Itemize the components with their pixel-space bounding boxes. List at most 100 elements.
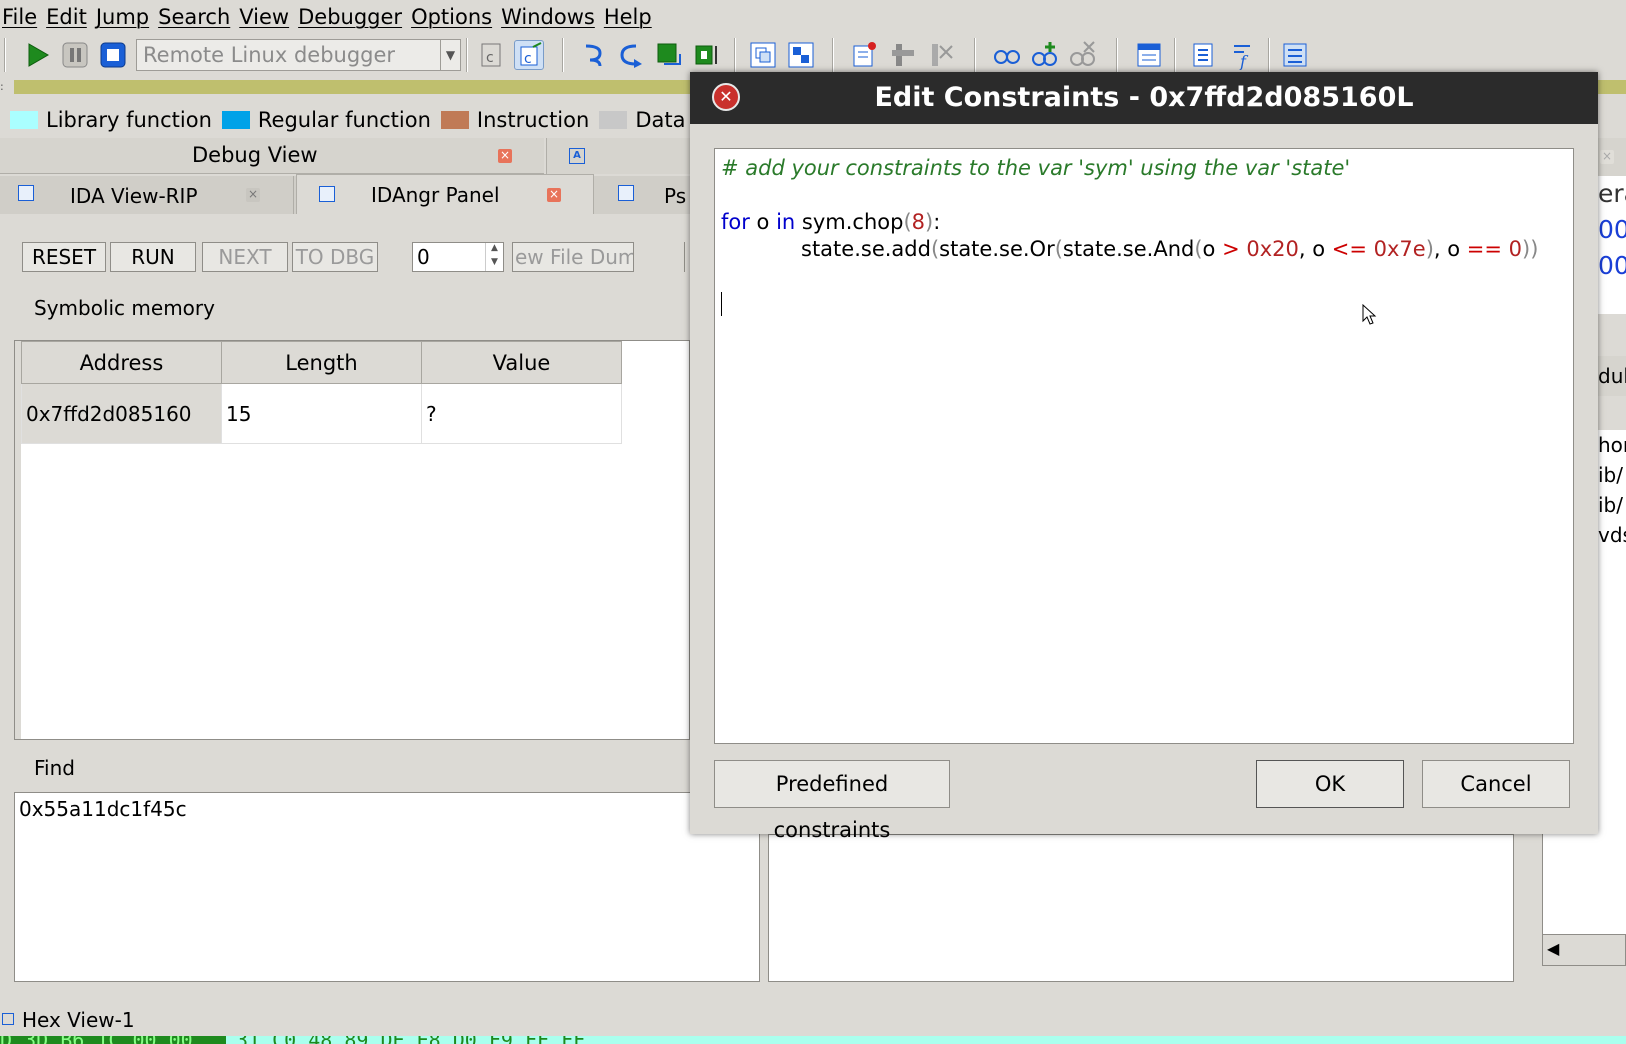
tab-idangr-panel[interactable]: IDAngr Panel × [296,174,594,214]
close-icon[interactable]: ✕ [712,83,740,111]
cell-length[interactable]: 15 [221,383,422,444]
spin-down-icon[interactable]: ▼ [485,257,503,271]
tracepoint-icon[interactable] [888,40,918,70]
secondary-view-header[interactable]: A [546,138,696,174]
data-swatch [599,111,628,129]
toolbar-separator [562,38,564,72]
panel-icon [319,186,335,202]
step-until-return-icon[interactable] [692,40,722,70]
find-results[interactable]: 0x55a11dc1f45c [14,792,760,982]
view-file-dump-button[interactable]: ew File Dum [512,242,634,272]
code-var: , o [1298,237,1332,261]
play-icon[interactable] [22,40,52,70]
menu-debugger[interactable]: Debugger [296,0,409,34]
tab-ida-view-rip[interactable]: IDA View-RIP × [0,176,294,214]
toolbar-separator [4,38,6,72]
step-count-spinbox[interactable]: 0 ▲ ▼ [412,242,504,272]
step-over-icon[interactable] [616,40,646,70]
code-paren: ) [1425,237,1434,261]
code-paren: ( [930,237,940,261]
menu-view[interactable]: View [237,0,296,34]
tab-label: IDAngr Panel [371,183,500,207]
module-item[interactable]: vds [1598,520,1626,550]
module-item[interactable]: hon [1598,430,1626,460]
column-header-address[interactable]: Address [21,341,222,384]
legend-instruction: Instruction [476,108,590,132]
code-for-line: for o in sym.chop(8): [721,209,1567,236]
spin-up-icon[interactable]: ▲ [485,243,503,257]
pause-icon[interactable] [60,40,90,70]
run-to-cursor-icon[interactable] [654,40,684,70]
menu-edit[interactable]: Edit [44,0,94,34]
disassembly-icon [18,185,34,201]
step-into-icon[interactable] [578,40,608,70]
to-dbg-button[interactable]: TO DBG [292,242,378,272]
hex-view-content[interactable]: D 3D B6 1C 00 00 31 C0 48 89 DE E8 D0 F9… [0,1036,1626,1044]
constraints-code-editor[interactable]: # add your constraints to the var 'sym' … [714,148,1574,744]
menu-file[interactable]: File [0,0,44,34]
module-item[interactable]: ib/ [1598,490,1626,520]
keyword-in: in [776,210,796,234]
cell-value[interactable]: ? [421,383,622,444]
menu-jump[interactable]: Jump [94,0,156,34]
reset-button[interactable]: RESET [22,242,106,272]
menu-windows[interactable]: Windows [499,0,602,34]
close-icon[interactable]: × [1600,150,1614,164]
menu-help[interactable]: Help [602,0,659,34]
scroll-left-icon[interactable]: ◀ [1547,939,1559,958]
symbolic-memory-table: Address Length Value 0x7ffd2d085160 15 ? [14,340,690,740]
next-button[interactable]: NEXT [202,242,288,272]
detach-icon[interactable]: c [514,40,544,70]
function-trace-icon[interactable]: f [1226,40,1256,71]
right-panel-content: era 000 000 [1598,176,1626,314]
step-count-value: 0 [417,245,430,269]
close-icon[interactable]: × [498,149,512,163]
hex-view-icon [2,1013,14,1025]
debug-view-header[interactable]: Debug View × [0,138,544,174]
hex-view-header[interactable]: Hex View-1 [0,1004,1626,1036]
code-call: state.se.add [801,237,931,261]
run-button[interactable]: RUN [110,242,196,272]
code-cursor-line [721,290,1567,317]
menu-search[interactable]: Search [156,0,237,34]
watch-icon[interactable] [992,40,1022,70]
cell-address[interactable]: 0x7ffd2d085160 [21,383,222,444]
attach-icon[interactable]: c [476,40,506,70]
module-item[interactable]: ib/ [1598,460,1626,490]
threads-icon[interactable] [786,40,816,70]
column-header-value[interactable]: Value [421,341,622,384]
ok-button[interactable]: OK [1256,760,1404,808]
cancel-button[interactable]: Cancel [1422,760,1570,808]
menu-options[interactable]: Options [409,0,499,34]
output-pane [768,834,1514,982]
debugger-select-value: Remote Linux debugger [143,43,396,67]
debugger-select[interactable]: Remote Linux debugger ▼ [136,39,461,71]
close-icon[interactable]: × [547,188,561,202]
column-header-length[interactable]: Length [221,341,422,384]
text-view-icon: A [569,148,585,164]
hex-bytes: 31 C0 48 89 DE E8 D0 F9 FF FF [236,1036,585,1044]
predefined-constraints-button[interactable]: Predefined constraints [714,760,950,842]
stop-icon[interactable] [98,40,128,70]
text-cursor [721,292,722,316]
hidden-button-edge [684,242,688,272]
menu-bar: File Edit Jump Search View Debugger Opti… [0,0,1626,34]
chevron-down-icon: ▼ [440,40,460,70]
add-breakpoint-icon[interactable] [850,40,880,70]
stack-trace-icon[interactable] [1134,40,1164,70]
close-icon[interactable]: × [246,188,260,202]
mouse-pointer-icon [1362,303,1378,331]
find-result-value[interactable]: 0x55a11dc1f45c [19,797,187,821]
table-row[interactable]: 0x7ffd2d085160 15 ? [21,383,622,444]
horizontal-scrollbar[interactable]: ◀ [1542,934,1626,966]
trace-list-icon[interactable] [1188,40,1218,70]
add-watch-icon[interactable] [1030,40,1060,70]
delete-watch-icon[interactable] [1068,40,1098,70]
delete-tracepoint-icon[interactable] [926,40,956,70]
breakpoint-list-icon[interactable] [748,40,778,70]
code-operator: <= [1331,237,1367,261]
trace-options-icon[interactable] [1280,40,1310,70]
tab-pseudocode[interactable]: Ps [596,176,690,214]
